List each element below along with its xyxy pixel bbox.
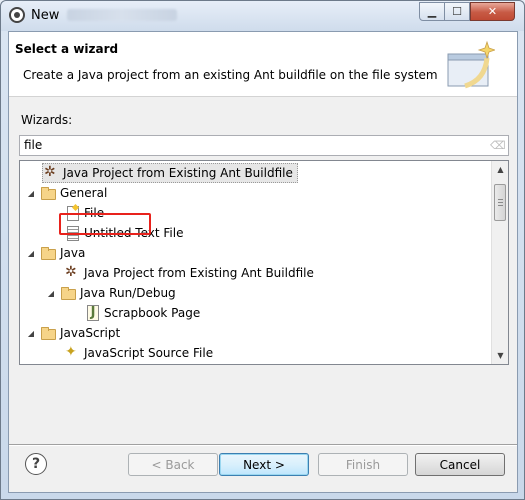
cancel-button-label: Cancel bbox=[439, 457, 481, 472]
wizard-tree: Java Project from Existing Ant Buildfile… bbox=[19, 160, 509, 365]
cancel-button[interactable]: Cancel bbox=[415, 453, 505, 476]
tree-item-label: Java bbox=[60, 246, 86, 260]
back-button[interactable]: < Back bbox=[128, 453, 218, 476]
tree-item-label: JavaScript bbox=[60, 326, 121, 340]
wizard-banner-icon bbox=[447, 40, 495, 89]
tree-item-label: Scrapbook Page bbox=[104, 306, 201, 320]
folder-icon bbox=[60, 285, 76, 301]
expand-arrow-icon[interactable]: ◢ bbox=[46, 288, 56, 298]
wizard-header: Select a wizard Create a Java project fr… bbox=[9, 32, 517, 97]
tree-item-general[interactable]: ◢ General bbox=[26, 183, 107, 203]
javascript-icon bbox=[64, 344, 80, 361]
tree-item-java-project-ant-2[interactable]: Java Project from Existing Ant Buildfile bbox=[64, 263, 314, 283]
maximize-button[interactable]: ☐ bbox=[444, 2, 470, 21]
back-button-label: < Back bbox=[151, 457, 195, 472]
tree-item-java-project-ant[interactable]: Java Project from Existing Ant Buildfile bbox=[42, 163, 298, 183]
help-button[interactable]: ? bbox=[25, 453, 47, 475]
next-button[interactable]: Next > bbox=[219, 453, 309, 476]
help-icon: ? bbox=[31, 456, 41, 472]
tree-item-scrapbook-page[interactable]: Scrapbook Page bbox=[84, 303, 200, 323]
tree-item-javascript[interactable]: ◢ JavaScript bbox=[26, 323, 120, 343]
eclipse-app-icon bbox=[9, 7, 25, 23]
new-wizard-window: New ▁ ☐ ✕ Select a wizard Create a Java … bbox=[0, 0, 525, 500]
wizards-label: Wizards: bbox=[21, 113, 73, 127]
close-icon: ✕ bbox=[487, 5, 498, 18]
footer-separator bbox=[9, 444, 517, 446]
tree-item-label: Java Project from Existing Ant Buildfile bbox=[63, 166, 293, 180]
ant-icon bbox=[43, 164, 59, 181]
blurred-title-region bbox=[67, 9, 177, 21]
tree-item-label: Java Run/Debug bbox=[80, 286, 176, 300]
window-title: New bbox=[31, 8, 60, 23]
expand-arrow-icon[interactable]: ◢ bbox=[26, 328, 36, 338]
wizard-filter-input[interactable]: file ⌫ bbox=[19, 135, 509, 156]
close-button[interactable]: ✕ bbox=[470, 2, 515, 21]
ant-icon bbox=[64, 264, 80, 281]
maximize-icon: ☐ bbox=[452, 5, 462, 18]
scrapbook-icon bbox=[84, 305, 100, 321]
folder-icon bbox=[40, 185, 56, 201]
next-button-label: Next > bbox=[243, 457, 285, 472]
tree-item-java[interactable]: ◢ Java bbox=[26, 243, 85, 263]
filter-text: file bbox=[24, 138, 43, 152]
tree-item-label: General bbox=[60, 186, 108, 200]
vertical-scrollbar[interactable]: ▲ ▼ bbox=[491, 161, 508, 364]
finish-button-label: Finish bbox=[345, 457, 381, 472]
header-title: Select a wizard bbox=[15, 42, 119, 56]
file-highlight-box bbox=[59, 213, 151, 235]
minimize-icon: ▁ bbox=[427, 5, 437, 18]
wizard-client-area: Select a wizard Create a Java project fr… bbox=[8, 31, 518, 493]
title-bar[interactable]: New ▁ ☐ ✕ bbox=[1, 1, 524, 31]
folder-icon bbox=[40, 325, 56, 341]
folder-icon bbox=[40, 245, 56, 261]
tree-item-label: Java Project from Existing Ant Buildfile bbox=[84, 266, 314, 280]
scroll-thumb[interactable] bbox=[494, 184, 506, 221]
minimize-button[interactable]: ▁ bbox=[419, 2, 445, 21]
scroll-up-arrow-icon[interactable]: ▲ bbox=[492, 161, 508, 178]
clear-filter-icon[interactable]: ⌫ bbox=[490, 139, 506, 152]
expand-arrow-icon[interactable]: ◢ bbox=[26, 188, 36, 198]
tree-item-java-run-debug[interactable]: ◢ Java Run/Debug bbox=[46, 283, 176, 303]
finish-button[interactable]: Finish bbox=[318, 453, 408, 476]
tree-item-label: JavaScript Source File bbox=[84, 346, 214, 360]
tree-item-javascript-source-file[interactable]: JavaScript Source File bbox=[64, 343, 213, 363]
header-description: Create a Java project from an existing A… bbox=[23, 68, 438, 82]
scroll-down-arrow-icon[interactable]: ▼ bbox=[492, 347, 508, 364]
expand-arrow-icon[interactable]: ◢ bbox=[26, 248, 36, 258]
